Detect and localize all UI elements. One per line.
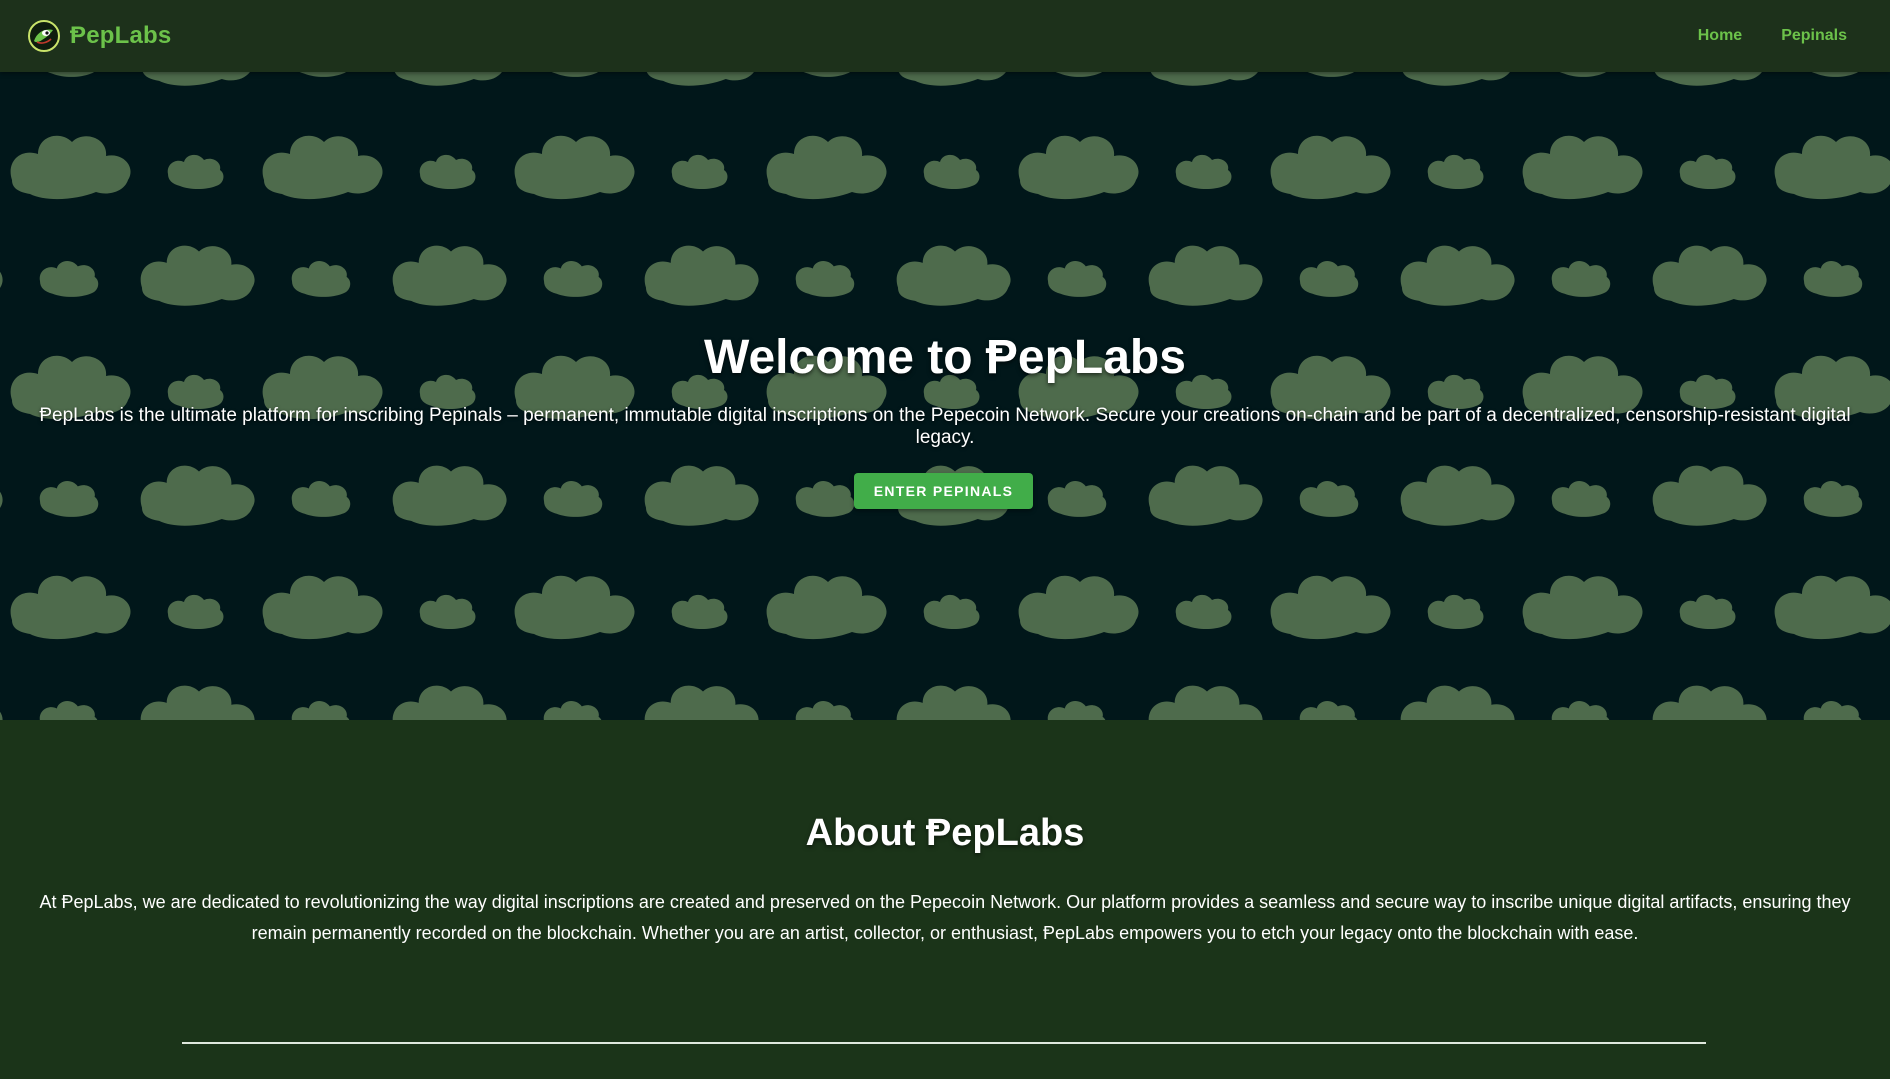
nav-link-home[interactable]: Home xyxy=(1698,27,1742,45)
brand-name: ⱣepLabs xyxy=(70,22,172,49)
about-description: At ⱣepLabs, we are dedicated to revoluti… xyxy=(39,892,1851,943)
nav-links: Home Pepinals xyxy=(1698,27,1847,45)
navbar: ⱣepLabs Home Pepinals xyxy=(0,0,1890,72)
hero-content: Welcome to ⱣepLabs ⱣepLabs is the ultima… xyxy=(0,72,1890,720)
hero-title: Welcome to ⱣepLabs xyxy=(704,331,1186,384)
enter-pepinals-button[interactable]: ENTER PEPINALS xyxy=(854,473,1033,509)
brand-link[interactable]: ⱣepLabs xyxy=(28,20,171,52)
hero-section: Welcome to ⱣepLabs ⱣepLabs is the ultima… xyxy=(0,72,1890,720)
about-title: About ⱣepLabs xyxy=(805,812,1085,854)
divider xyxy=(182,1042,1706,1044)
about-section: About ⱣepLabs At ⱣepLabs, we are dedicat… xyxy=(0,720,1890,1079)
nav-link-pepinals[interactable]: Pepinals xyxy=(1781,27,1847,45)
pepe-frog-logo-icon xyxy=(28,20,60,52)
hero-description: ⱣepLabs is the ultimate platform for ins… xyxy=(39,405,1851,448)
